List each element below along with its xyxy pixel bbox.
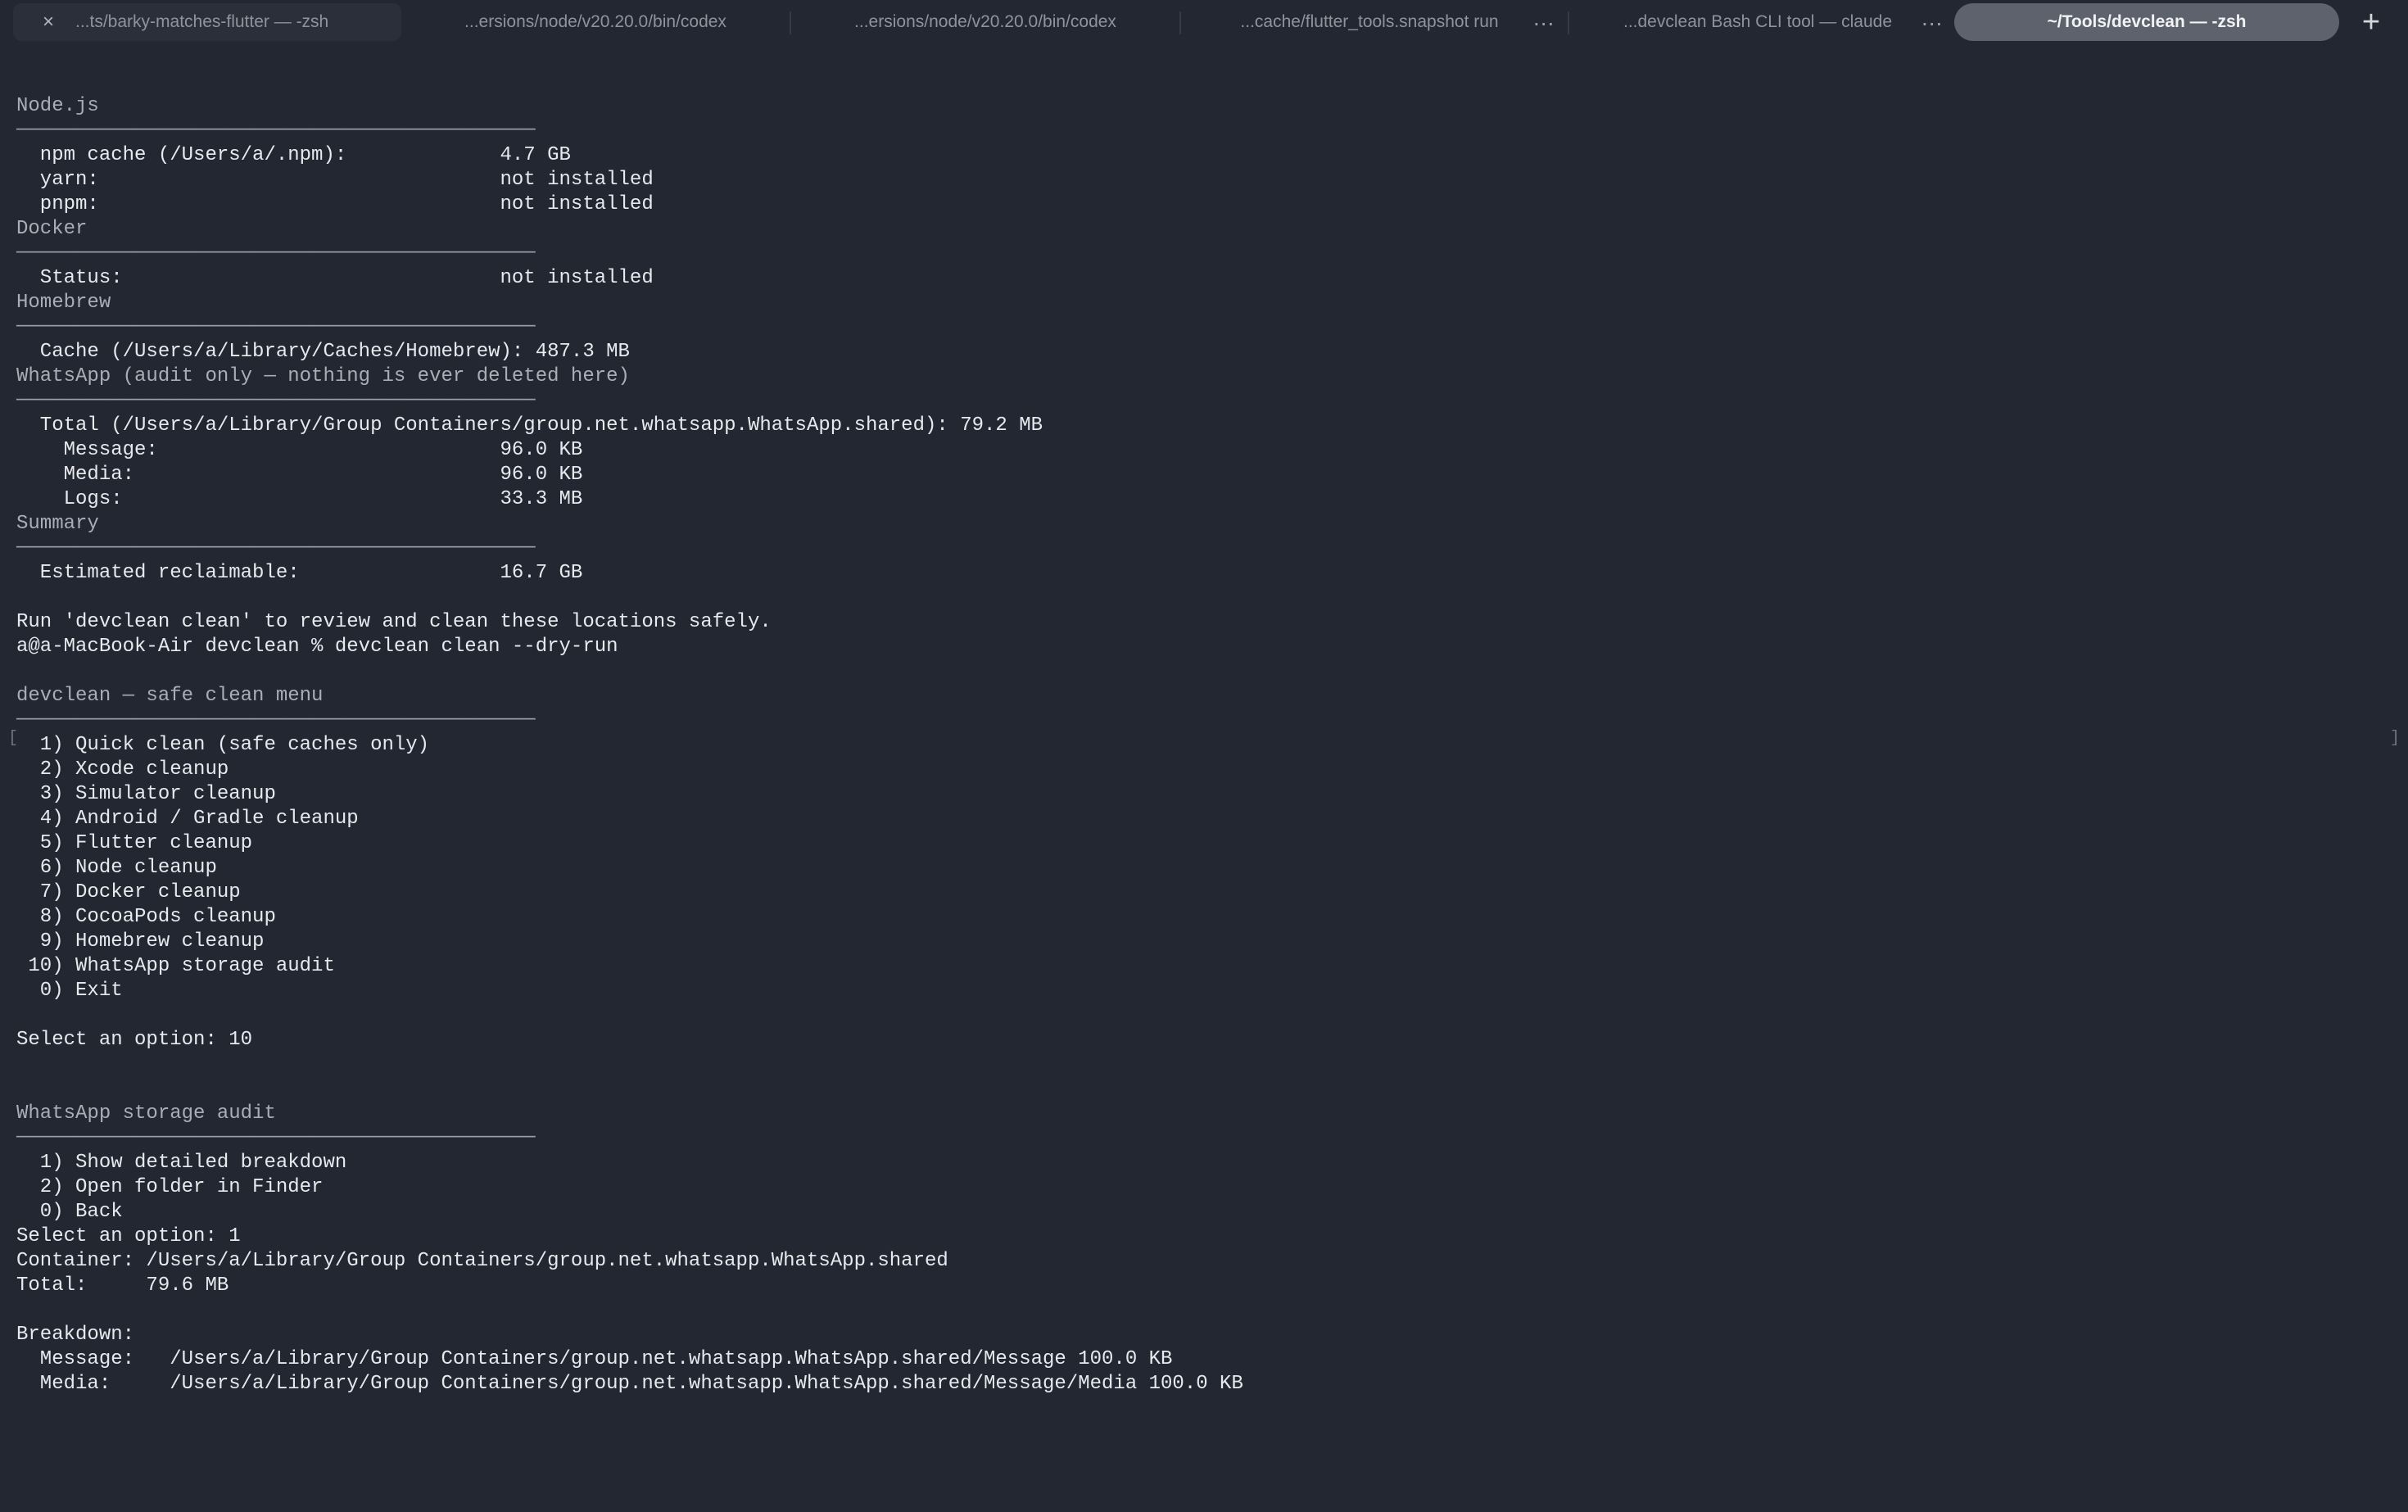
terminal-line: Message: /Users/a/Library/Group Containe… <box>16 1348 1173 1370</box>
terminal-line: 5) Flutter cleanup <box>16 832 253 854</box>
terminal-line: devclean — safe clean menu <box>16 685 324 707</box>
terminal-line: 6) Node cleanup <box>16 857 217 879</box>
terminal-line: Logs: 33.3 MB <box>16 488 583 510</box>
tab-label: ...devclean Bash CLI tool — claude <box>1623 12 1893 31</box>
terminal-line: Container: /Users/a/Library/Group Contai… <box>16 1250 948 1272</box>
terminal-line: ────────────────────────────────────────… <box>16 316 536 338</box>
terminal-line: a@a-MacBook-Air devclean % devclean clea… <box>16 636 618 658</box>
terminal-line: 4) Android / Gradle cleanup <box>16 808 359 830</box>
terminal-line: Breakdown: <box>16 1324 135 1346</box>
tab-label: ...ersions/node/v20.20.0/bin/codex <box>464 12 726 31</box>
terminal-line: ────────────────────────────────────────… <box>16 390 536 412</box>
terminal-line: 9) Homebrew cleanup <box>16 930 265 953</box>
terminal-line: Docker <box>16 218 88 240</box>
selection-bracket-left: [ <box>8 729 19 748</box>
terminal-line: Message: 96.0 KB <box>16 439 583 461</box>
selection-bracket-right: ] <box>2390 729 2401 748</box>
terminal-line: pnpm: not installed <box>16 193 654 215</box>
terminal-line: 0) Exit <box>16 980 123 1002</box>
terminal-line: Media: 96.0 KB <box>16 464 583 486</box>
terminal-line: Cache (/Users/a/Library/Caches/Homebrew)… <box>16 341 630 363</box>
plus-icon: + <box>2361 4 2381 39</box>
tab-codex-2[interactable]: ...ersions/node/v20.20.0/bin/codex <box>791 3 1179 41</box>
terminal-line: 2) Xcode cleanup <box>16 758 229 781</box>
terminal-line: Select an option: 1 <box>16 1225 241 1247</box>
terminal-output[interactable]: Node.js ─────────────────────────────────… <box>16 94 2375 1397</box>
terminal-line: WhatsApp storage audit <box>16 1102 276 1125</box>
terminal-line: 8) CocoaPods cleanup <box>16 906 276 928</box>
terminal-line: 7) Docker cleanup <box>16 881 241 903</box>
terminal-line: ────────────────────────────────────────… <box>16 242 536 265</box>
terminal-line: Select an option: 10 <box>16 1029 253 1051</box>
tab-label: ...ts/barky-matches-flutter — -zsh <box>75 12 329 31</box>
terminal-line: npm cache (/Users/a/.npm): 4.7 GB <box>16 144 571 166</box>
more-icon[interactable]: ... <box>1533 5 1555 31</box>
terminal-line: Node.js <box>16 95 99 117</box>
terminal-line: ────────────────────────────────────────… <box>16 537 536 559</box>
terminal-line: 1) Show detailed breakdown <box>16 1152 347 1174</box>
terminal-line: 2) Open folder in Finder <box>16 1176 324 1198</box>
terminal-line: ────────────────────────────────────────… <box>16 709 536 731</box>
new-tab-button[interactable]: + <box>2352 3 2390 41</box>
terminal-line: 1) Quick clean (safe caches only) <box>16 734 430 756</box>
terminal-line: Homebrew <box>16 292 111 314</box>
tab-devclean-zsh[interactable]: ~/Tools/devclean — -zsh <box>1954 3 2339 41</box>
terminal-line: Total: 79.6 MB <box>16 1274 229 1297</box>
terminal-line: Run 'devclean clean' to review and clean… <box>16 611 772 633</box>
more-icon[interactable]: ... <box>1921 5 1943 31</box>
tab-label: ~/Tools/devclean — -zsh <box>2047 12 2247 31</box>
tab-flutter-tools[interactable]: ...cache/flutter_tools.snapshot run <box>1181 3 1558 41</box>
tab-barky-matches-flutter[interactable]: × ...ts/barky-matches-flutter — -zsh <box>13 3 401 41</box>
tab-devclean-claude[interactable]: ...devclean Bash CLI tool — claude <box>1569 3 1946 41</box>
terminal-line: Media: /Users/a/Library/Group Containers… <box>16 1373 1243 1395</box>
terminal-line: yarn: not installed <box>16 169 654 191</box>
terminal-line: Estimated reclaimable: 16.7 GB <box>16 562 583 584</box>
terminal-line: ────────────────────────────────────────… <box>16 1127 536 1149</box>
tab-codex-1[interactable]: ...ersions/node/v20.20.0/bin/codex <box>401 3 790 41</box>
tab-label: ...cache/flutter_tools.snapshot run <box>1240 12 1499 31</box>
terminal-line: 3) Simulator cleanup <box>16 783 276 805</box>
terminal-line: 0) Back <box>16 1201 123 1223</box>
tab-bar: × ...ts/barky-matches-flutter — -zsh ...… <box>0 0 2408 46</box>
terminal-line: Status: not installed <box>16 267 654 289</box>
terminal-line: 10) WhatsApp storage audit <box>16 955 335 977</box>
terminal-line: Total (/Users/a/Library/Group Containers… <box>16 414 1043 437</box>
close-icon[interactable]: × <box>36 11 61 34</box>
terminal-line: Summary <box>16 513 99 535</box>
terminal-line: ────────────────────────────────────────… <box>16 120 536 142</box>
terminal-line: WhatsApp (audit only — nothing is ever d… <box>16 365 630 387</box>
tab-label: ...ersions/node/v20.20.0/bin/codex <box>854 12 1116 31</box>
